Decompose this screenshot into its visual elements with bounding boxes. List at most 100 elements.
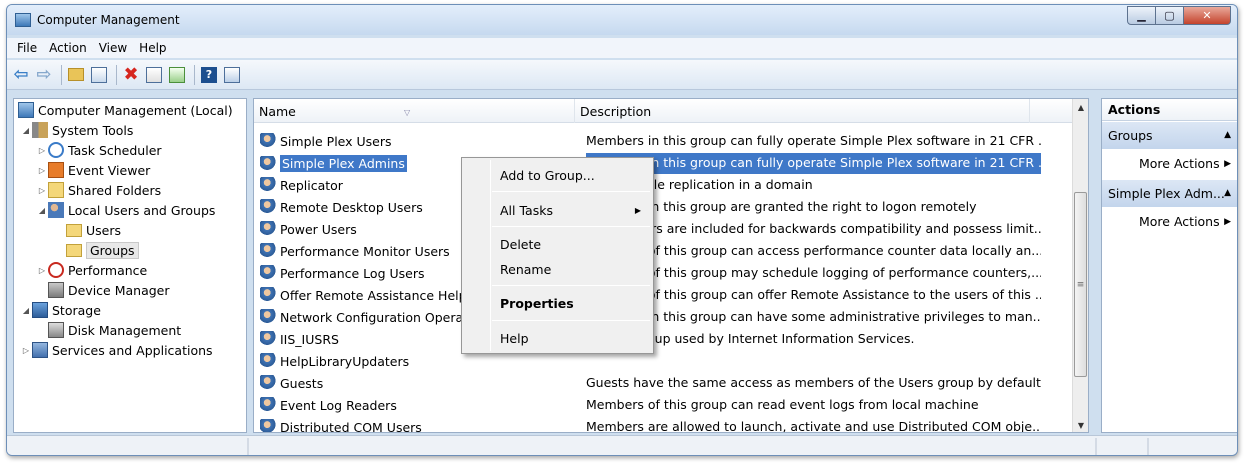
table-row[interactable]: Network Configuration Operators Members i… <box>254 307 1074 328</box>
show-hide-tree-icon[interactable] <box>89 65 109 85</box>
maximize-button[interactable]: ▢ <box>1155 6 1184 25</box>
table-row[interactable]: Power Users Power Users are included for … <box>254 219 1074 240</box>
export-list-icon[interactable] <box>167 65 187 85</box>
table-row[interactable]: Remote Desktop Users Members in this grou… <box>254 197 1074 218</box>
group-name-cell[interactable]: Replicator <box>260 177 343 193</box>
tree-item-shared-folders[interactable]: ▷ Shared Folders <box>36 180 161 200</box>
group-name-cell[interactable]: Performance Log Users <box>260 265 425 281</box>
group-name-cell[interactable]: Distributed COM Users <box>260 419 422 433</box>
table-row[interactable]: HelpLibraryUpdaters <box>254 351 1074 372</box>
actions-section-groups[interactable]: Groups ▲ <box>1102 122 1237 149</box>
menu-file[interactable]: File <box>11 41 43 55</box>
group-description: Members of this group may schedule loggi… <box>586 265 1041 280</box>
table-row[interactable]: Simple Plex Users Members in this group c… <box>254 131 1074 152</box>
group-name: Distributed COM Users <box>280 419 422 433</box>
scroll-down-icon[interactable]: ▼ <box>1073 417 1088 432</box>
group-name-cell[interactable]: HelpLibraryUpdaters <box>260 353 409 369</box>
expand-icon[interactable]: ▷ <box>36 266 48 275</box>
actions-section-selected-group[interactable]: Simple Plex Adm... ▲ <box>1102 180 1237 207</box>
table-row[interactable]: IIS_IUSRS Built-in group used by Internet… <box>254 329 1074 350</box>
tree-item-computer-management[interactable]: Computer Management (Local) <box>18 100 233 120</box>
tree-item-disk-management[interactable]: Disk Management <box>48 320 181 340</box>
table-row[interactable]: Offer Remote Assistance Helpers Members o… <box>254 285 1074 306</box>
collapse-icon[interactable]: ◢ <box>36 206 48 215</box>
group-name-cell[interactable]: Simple Plex Admins <box>260 155 407 172</box>
table-row[interactable]: Distributed COM Users Members are allowed… <box>254 417 1074 433</box>
tree-item-task-scheduler[interactable]: ▷ Task Scheduler <box>36 140 162 160</box>
minimize-button[interactable]: ▁ <box>1127 6 1156 25</box>
group-name-cell[interactable]: Network Configuration Operators <box>260 309 487 325</box>
more-actions-selected-group[interactable]: More Actions ▶ <box>1102 207 1237 237</box>
group-name-cell[interactable]: Guests <box>260 375 323 391</box>
group-name-cell[interactable]: Remote Desktop Users <box>260 199 423 215</box>
tree-item-local-users-and-groups[interactable]: ◢ Local Users and Groups <box>36 200 215 220</box>
context-menu-all-tasks[interactable]: All Tasks <box>500 203 553 218</box>
scroll-up-icon[interactable]: ▲ <box>1073 99 1088 116</box>
collapse-icon[interactable]: ◢ <box>20 306 32 315</box>
group-name: Network Configuration Operators <box>280 309 488 325</box>
context-menu: Add to Group... All Tasks ▶ Delete Renam… <box>461 157 654 354</box>
more-actions-groups[interactable]: More Actions ▶ <box>1102 149 1237 179</box>
expand-icon[interactable]: ▷ <box>36 146 48 155</box>
scroll-thumb[interactable]: ≡ <box>1074 192 1087 377</box>
tree-item-device-manager[interactable]: Device Manager <box>48 280 170 300</box>
tree-item-users[interactable]: Users <box>66 220 121 240</box>
up-folder-icon[interactable] <box>66 65 86 85</box>
expand-icon[interactable]: ▷ <box>36 166 48 175</box>
collapse-arrow-icon[interactable]: ▲ <box>1224 122 1231 149</box>
menu-action[interactable]: Action <box>43 41 93 55</box>
tree-item-performance[interactable]: ▷ Performance <box>36 260 147 280</box>
column-header-label: Description <box>580 104 652 119</box>
context-menu-rename[interactable]: Rename <box>500 262 551 277</box>
delete-icon[interactable]: ✖ <box>121 64 141 85</box>
disk-management-icon <box>48 322 64 338</box>
tree-item-system-tools[interactable]: ◢ System Tools <box>20 120 133 140</box>
group-name-cell[interactable]: Power Users <box>260 221 357 237</box>
show-action-pane-icon[interactable] <box>222 65 242 85</box>
expand-icon[interactable]: ▷ <box>36 186 48 195</box>
table-row[interactable]: Performance Monitor Users Members of this… <box>254 241 1074 262</box>
vertical-scrollbar[interactable]: ▲ ≡ ▼ <box>1072 99 1088 432</box>
status-bar-divider <box>247 438 249 455</box>
forward-arrow-icon[interactable]: ⇨ <box>34 64 54 85</box>
context-menu-properties[interactable]: Properties <box>500 296 574 311</box>
tree-item-storage[interactable]: ◢ Storage <box>20 300 101 320</box>
context-menu-add-to-group[interactable]: Add to Group... <box>500 168 595 183</box>
properties-icon[interactable] <box>144 65 164 85</box>
table-row[interactable]: Performance Log Users Members of this gro… <box>254 263 1074 284</box>
context-menu-delete[interactable]: Delete <box>500 237 541 252</box>
group-name-cell[interactable]: IIS_IUSRS <box>260 331 339 347</box>
context-menu-help[interactable]: Help <box>500 331 529 346</box>
group-name-cell[interactable]: Event Log Readers <box>260 397 397 413</box>
expand-icon[interactable]: ▷ <box>20 346 32 355</box>
table-row[interactable]: Guests Guests have the same access as mem… <box>254 373 1074 394</box>
group-name-cell[interactable]: Performance Monitor Users <box>260 243 450 259</box>
collapse-icon[interactable]: ◢ <box>20 126 32 135</box>
menu-view[interactable]: View <box>93 41 133 55</box>
group-icon <box>260 419 276 432</box>
tree-item-services-and-applications[interactable]: ▷ Services and Applications <box>20 340 213 360</box>
table-row[interactable]: Replicator Supports file replication in a… <box>254 175 1074 196</box>
collapse-arrow-icon[interactable]: ▲ <box>1224 180 1231 207</box>
table-row[interactable]: Event Log Readers Members of this group c… <box>254 395 1074 416</box>
menu-bar: File Action View Help <box>7 38 1237 58</box>
close-button[interactable]: ✕ <box>1183 6 1231 25</box>
back-arrow-icon[interactable]: ⇦ <box>11 64 31 85</box>
computer-icon <box>18 102 34 118</box>
column-header-label: Name <box>259 104 296 119</box>
tree-item-groups[interactable]: Groups <box>66 240 139 260</box>
tools-icon <box>32 122 48 138</box>
menu-help[interactable]: Help <box>133 41 172 55</box>
group-name-cell[interactable]: Offer Remote Assistance Helpers <box>260 287 486 303</box>
event-viewer-icon <box>48 162 64 178</box>
help-icon[interactable]: ? <box>199 65 219 85</box>
group-description: Members in this group can have some admi… <box>586 309 1041 324</box>
group-description: Members of this group can access perform… <box>586 243 1041 258</box>
column-header-name[interactable]: Name ▽ <box>254 99 575 123</box>
group-name-cell[interactable]: Simple Plex Users <box>260 133 392 149</box>
table-row[interactable]: Simple Plex Admins Members in this group … <box>254 153 1074 174</box>
group-icon <box>260 353 276 369</box>
context-menu-gutter <box>490 160 491 351</box>
tree-item-event-viewer[interactable]: ▷ Event Viewer <box>36 160 150 180</box>
column-header-description[interactable]: Description <box>575 99 1030 123</box>
